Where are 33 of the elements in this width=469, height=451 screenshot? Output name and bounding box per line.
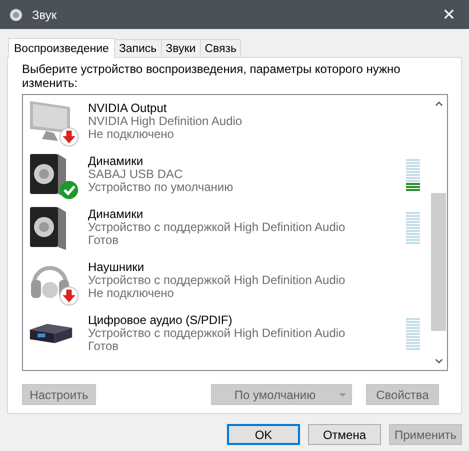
tab[interactable]: Воспроизведение	[8, 38, 115, 58]
device-status: Не подключено	[88, 128, 175, 141]
button[interactable]: OK	[227, 424, 300, 445]
device-status: Не подключено	[88, 287, 174, 300]
device-name: Цифровое аудио (S/PDIF)	[88, 314, 234, 327]
device-name: NVIDIA Output	[88, 102, 168, 115]
device-status: Готов	[88, 340, 119, 353]
device-item[interactable]: Наушники Устройство с поддержкой High Definition Audio Не подключено	[23, 254, 430, 307]
level-meter	[406, 318, 420, 350]
scroll-up-icon[interactable]	[434, 101, 442, 107]
device-item[interactable]: Динамики Устройство с поддержкой High Definition Audio Готов	[23, 201, 430, 254]
scroll-down-icon[interactable]	[434, 358, 442, 364]
device-driver: Устройство с поддержкой High Definition Audio	[88, 221, 346, 234]
close-button[interactable]: ✕	[429, 0, 469, 29]
button[interactable]: Отмена	[308, 424, 381, 445]
device-driver: Устройство с поддержкой High Definition Audio	[88, 274, 346, 287]
tab[interactable]: Звуки	[160, 39, 201, 57]
device-name: Динамики	[88, 208, 144, 221]
device-name: Динамики	[88, 155, 144, 168]
level-meter	[406, 212, 420, 244]
tab[interactable]: Связь	[200, 39, 242, 57]
device-item[interactable]: Цифровое аудио (S/PDIF) Устройство с поддержкой High Definition Audio Готов	[23, 307, 430, 360]
device-driver: SABAJ USB DAC	[88, 168, 184, 181]
device-driver: Устройство с поддержкой High Definition Audio	[88, 327, 346, 340]
instruction-text: Выберите устройство воспроизведения, параметры которого нужно изменить:	[22, 62, 402, 90]
device-name: Наушники	[88, 261, 146, 274]
device-item[interactable]: Динамики SABAJ USB DAC Устройство по умолчанию	[23, 148, 430, 201]
level-meter	[406, 158, 420, 190]
device-driver: NVIDIA High Definition Audio	[88, 115, 244, 128]
window-title: Звук	[32, 8, 58, 22]
device-status: Готов	[88, 234, 119, 247]
device-item[interactable]: NVIDIA Output NVIDIA High Definition Audio Не подключено	[23, 95, 430, 148]
device-status: Устройство по умолчанию	[88, 181, 234, 194]
